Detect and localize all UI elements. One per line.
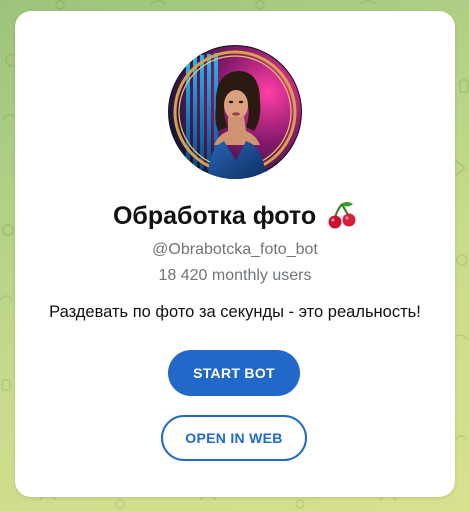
bot-info-card: Обработка фото @Obrabotcka_foto_bot 18 4… — [15, 11, 455, 497]
bot-name: Обработка фото — [112, 202, 317, 230]
bot-avatar — [168, 45, 302, 179]
open-in-web-button[interactable]: OPEN IN WEB — [161, 415, 307, 461]
monthly-users-count: 18 420 monthly users — [158, 267, 312, 284]
start-bot-button[interactable]: START BOT — [168, 350, 300, 396]
bot-description: Раздевать по фото за секунды - это реаль… — [49, 303, 421, 321]
bot-username[interactable]: @Obrabotcka_foto_bot — [15, 240, 455, 260]
cherry-icon — [327, 200, 357, 238]
bot-title: Обработка фото — [15, 200, 455, 238]
